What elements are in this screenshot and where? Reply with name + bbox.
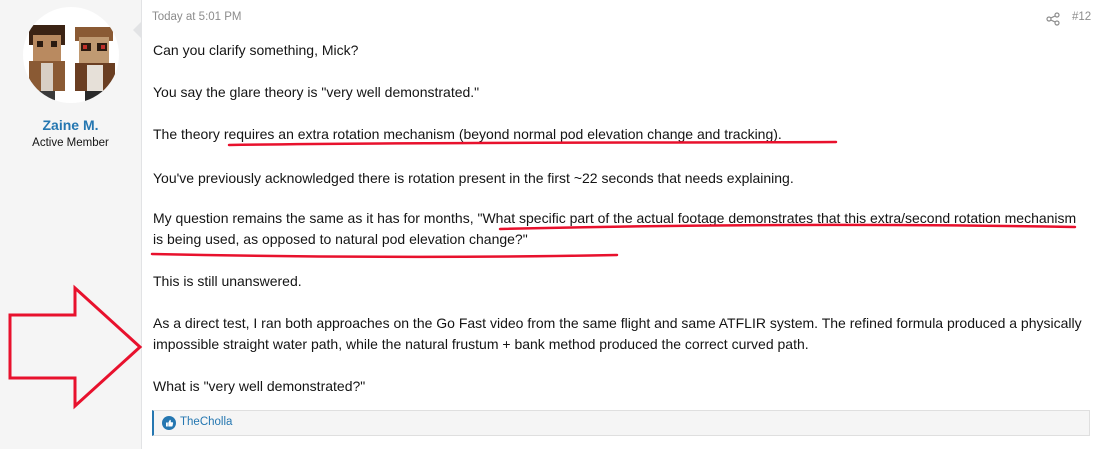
post-number-link[interactable]: #12 xyxy=(1072,11,1091,23)
post-paragraph: As a direct test, I ran both approaches … xyxy=(153,315,1082,352)
pixel-avatar-icon xyxy=(23,7,119,103)
username-link[interactable]: Zaine M. xyxy=(0,117,141,133)
post-paragraph: My question remains the same as it has f… xyxy=(153,210,1077,247)
forum-post: Zaine M. Active Member Today at 5:01 PM … xyxy=(0,0,1102,449)
like-icon xyxy=(162,416,176,430)
user-title: Active Member xyxy=(32,137,109,149)
post-paragraph: You've previously acknowledged there is … xyxy=(153,170,794,186)
post-timestamp[interactable]: Today at 5:01 PM xyxy=(152,11,242,23)
underline-annotation xyxy=(150,252,619,259)
reaction-user-link[interactable]: TheCholla xyxy=(180,416,232,428)
post-pointer xyxy=(133,22,141,38)
post-paragraph: Can you clarify something, Mick? xyxy=(153,42,359,58)
avatar[interactable] xyxy=(23,7,119,103)
reactions-bar: TheCholla xyxy=(152,410,1090,436)
post-paragraph: What is "very well demonstrated?" xyxy=(153,378,366,394)
post-paragraph: This is still unanswered. xyxy=(153,273,302,289)
post-paragraph: The theory requires an extra rotation me… xyxy=(153,126,782,142)
user-sidebar: Zaine M. Active Member xyxy=(0,0,142,449)
post-paragraph: You say the glare theory is "very well d… xyxy=(153,84,480,100)
share-icon[interactable] xyxy=(1046,12,1060,26)
